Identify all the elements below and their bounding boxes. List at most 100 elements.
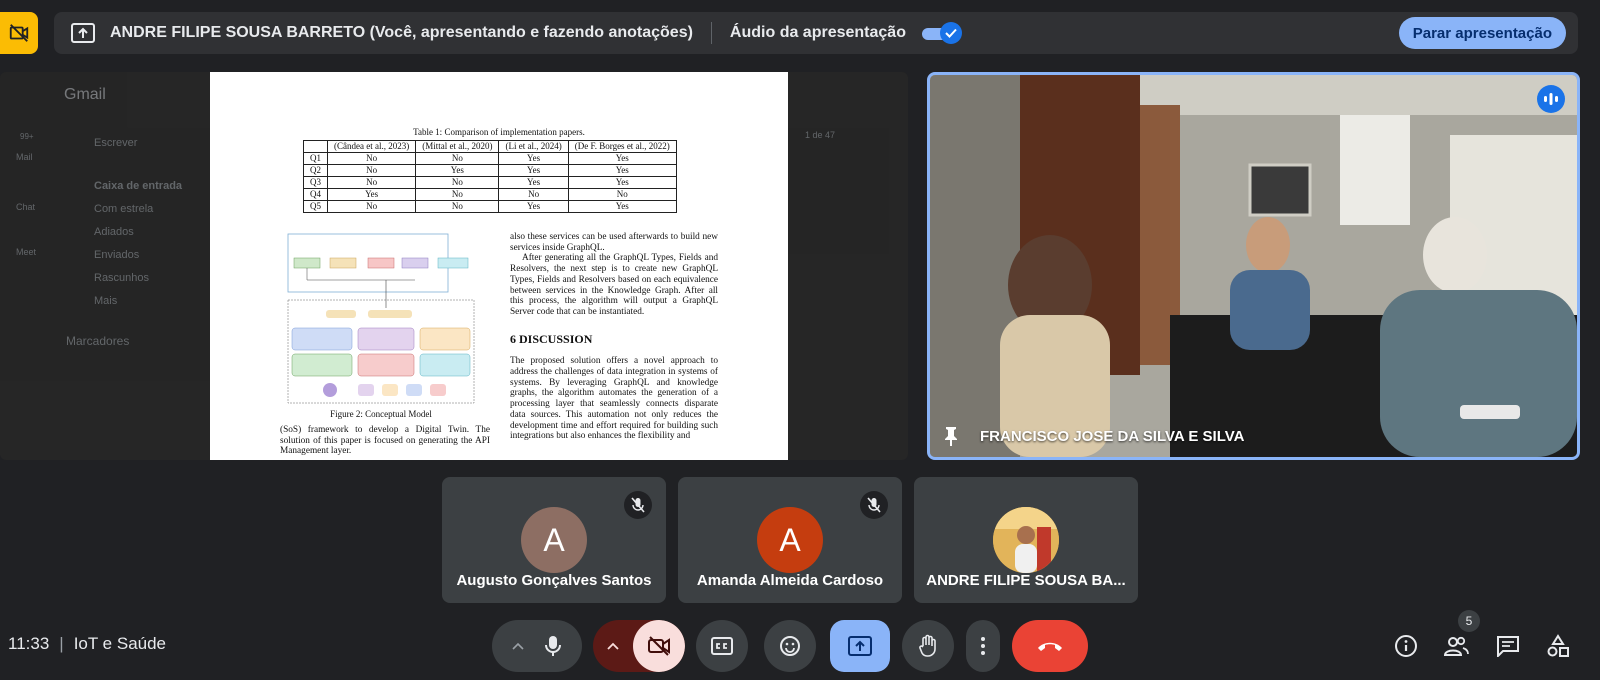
gmail-badge: 99+: [20, 132, 34, 141]
table-cell: No: [415, 176, 500, 189]
emoji-icon: [780, 636, 800, 656]
pin-icon[interactable]: [942, 425, 960, 447]
camera-control[interactable]: [593, 620, 685, 672]
participant-tile[interactable]: A Augusto Gonçalves Santos: [442, 477, 666, 603]
meet-window: ANDRE FILIPE SOUSA BARRETO (Você, aprese…: [0, 0, 1600, 680]
table-cell: Yes: [498, 176, 569, 189]
table-row: Q3 No No Yes Yes: [303, 176, 677, 189]
participant-name: Augusto Gonçalves Santos: [456, 572, 652, 589]
mic-off-icon: [631, 497, 645, 513]
activities-icon: [1547, 634, 1569, 657]
featured-video-tile[interactable]: FRANCISCO JOSE DA SILVA E SILVA: [927, 72, 1580, 460]
table-cell: Q2: [303, 164, 328, 177]
table-caption: Table 1: Comparison of implementation pa…: [413, 127, 585, 137]
divider: |: [59, 634, 64, 653]
table-cell: Yes: [498, 164, 569, 177]
gmail-rail-meet: Meet: [16, 247, 37, 257]
table-cell: Yes: [567, 152, 677, 165]
table-cell: No: [567, 188, 677, 201]
participant-tile[interactable]: A Amanda Almeida Cardoso: [678, 477, 902, 603]
chat-button[interactable]: [1490, 628, 1526, 664]
table-cell: Q3: [303, 176, 328, 189]
table-cell: Yes: [567, 164, 677, 177]
table-cell: Yes: [567, 176, 677, 189]
avatar: A: [521, 507, 587, 573]
present-screen-icon: [70, 20, 96, 46]
stop-presenting-button[interactable]: Parar apresentação: [1398, 17, 1566, 49]
chat-icon: [1497, 636, 1519, 657]
gmail-rail-mail: Mail: [16, 152, 33, 162]
gmail-starred: Com estrela: [94, 203, 154, 215]
figure-caption: Figure 2: Conceptual Model: [330, 409, 432, 419]
meeting-info: 11:33 | IoT e Saúde: [8, 634, 166, 654]
captions-button[interactable]: [696, 620, 748, 672]
table-row: Q2 No Yes Yes Yes: [303, 164, 677, 177]
info-icon: [1395, 635, 1417, 657]
more-vert-icon: [981, 637, 985, 655]
gmail-compose: Escrever: [94, 137, 138, 149]
activities-button[interactable]: [1540, 628, 1576, 664]
presentation-bar: ANDRE FILIPE SOUSA BARRETO (Você, aprese…: [54, 12, 1578, 54]
gmail-labels-heading: Marcadores: [66, 334, 130, 348]
present-now-button[interactable]: [830, 620, 890, 672]
camera-off-icon: [648, 636, 670, 656]
divider: [710, 22, 712, 44]
table-cell: Yes: [567, 200, 677, 213]
table-row: Q4 Yes No No No: [303, 188, 677, 201]
gmail-more: Mais: [94, 295, 118, 307]
table-cell: No: [415, 200, 500, 213]
video-feed: [930, 75, 1577, 457]
participant-name: Amanda Almeida Cardoso: [696, 572, 884, 589]
left-column-text: (SoS) framework to develop a Digital Twi…: [280, 425, 490, 456]
more-options-button[interactable]: [966, 620, 1000, 672]
paragraph: also these services can be used afterwar…: [510, 232, 718, 253]
raise-hand-button[interactable]: [902, 620, 954, 672]
leave-call-button[interactable]: [1012, 620, 1088, 672]
table-cell: No: [498, 188, 569, 201]
chevron-up-icon[interactable]: [512, 642, 524, 650]
camera-off-icon: [9, 24, 29, 42]
meeting-details-button[interactable]: [1388, 628, 1424, 664]
meeting-name: IoT e Saúde: [73, 634, 167, 653]
mic-off-indicator: [860, 491, 888, 519]
profile-photo: [993, 507, 1059, 573]
table-row: Q5 No No Yes Yes: [303, 200, 677, 213]
gmail-logo: Gmail: [64, 86, 106, 103]
table-cell: Q4: [303, 188, 328, 201]
paragraph: The proposed solution offers a novel app…: [510, 356, 718, 442]
gmail-inbox: Caixa de entrada: [94, 180, 183, 192]
microphone-icon[interactable]: [544, 635, 562, 657]
toggle-knob: [939, 22, 962, 44]
gmail-snoozed: Adiados: [94, 226, 134, 238]
table-header-cell: (Cândea et al., 2023): [326, 140, 417, 153]
presentation-audio-toggle[interactable]: [921, 22, 962, 44]
table-cell: No: [326, 152, 417, 165]
speaking-indicator: [1537, 85, 1565, 113]
comparison-table: (Cândea et al., 2023) (Mittal et al., 20…: [303, 140, 677, 213]
chevron-up-icon[interactable]: [607, 642, 619, 650]
table-cell: Yes: [326, 188, 417, 201]
reactions-button[interactable]: [764, 620, 816, 672]
paragraph: After generating all the GraphQL Types, …: [510, 253, 718, 317]
gmail-drafts: Rascunhos: [94, 272, 150, 284]
conceptual-model-figure: [287, 233, 475, 404]
table-cell: No: [326, 164, 417, 177]
hand-icon: [919, 634, 936, 657]
table-header-cell: (Mittal et al., 2020): [415, 140, 500, 153]
gmail-pagination: 1 de 47: [805, 130, 836, 140]
right-column: also these services can be used afterwar…: [510, 232, 718, 442]
people-button[interactable]: [1438, 628, 1474, 664]
avatar: A: [757, 507, 823, 573]
closed-captions-icon: [711, 637, 733, 655]
table-cell: Q1: [303, 152, 328, 165]
people-icon: [1443, 636, 1469, 656]
table-row: Q1 No No Yes Yes: [303, 152, 677, 165]
presenter-label: ANDRE FILIPE SOUSA BARRETO (Você, aprese…: [110, 24, 693, 41]
participant-tile[interactable]: ANDRE FILIPE SOUSA BA...: [914, 477, 1138, 603]
current-time: 11:33: [8, 634, 50, 653]
participant-name: ANDRE FILIPE SOUSA BA...: [926, 572, 1126, 589]
microphone-control[interactable]: [492, 620, 582, 672]
table-header-cell: (Li et al., 2024): [498, 140, 569, 153]
camera-toggle-button[interactable]: [633, 620, 685, 672]
mic-off-icon: [867, 497, 881, 513]
